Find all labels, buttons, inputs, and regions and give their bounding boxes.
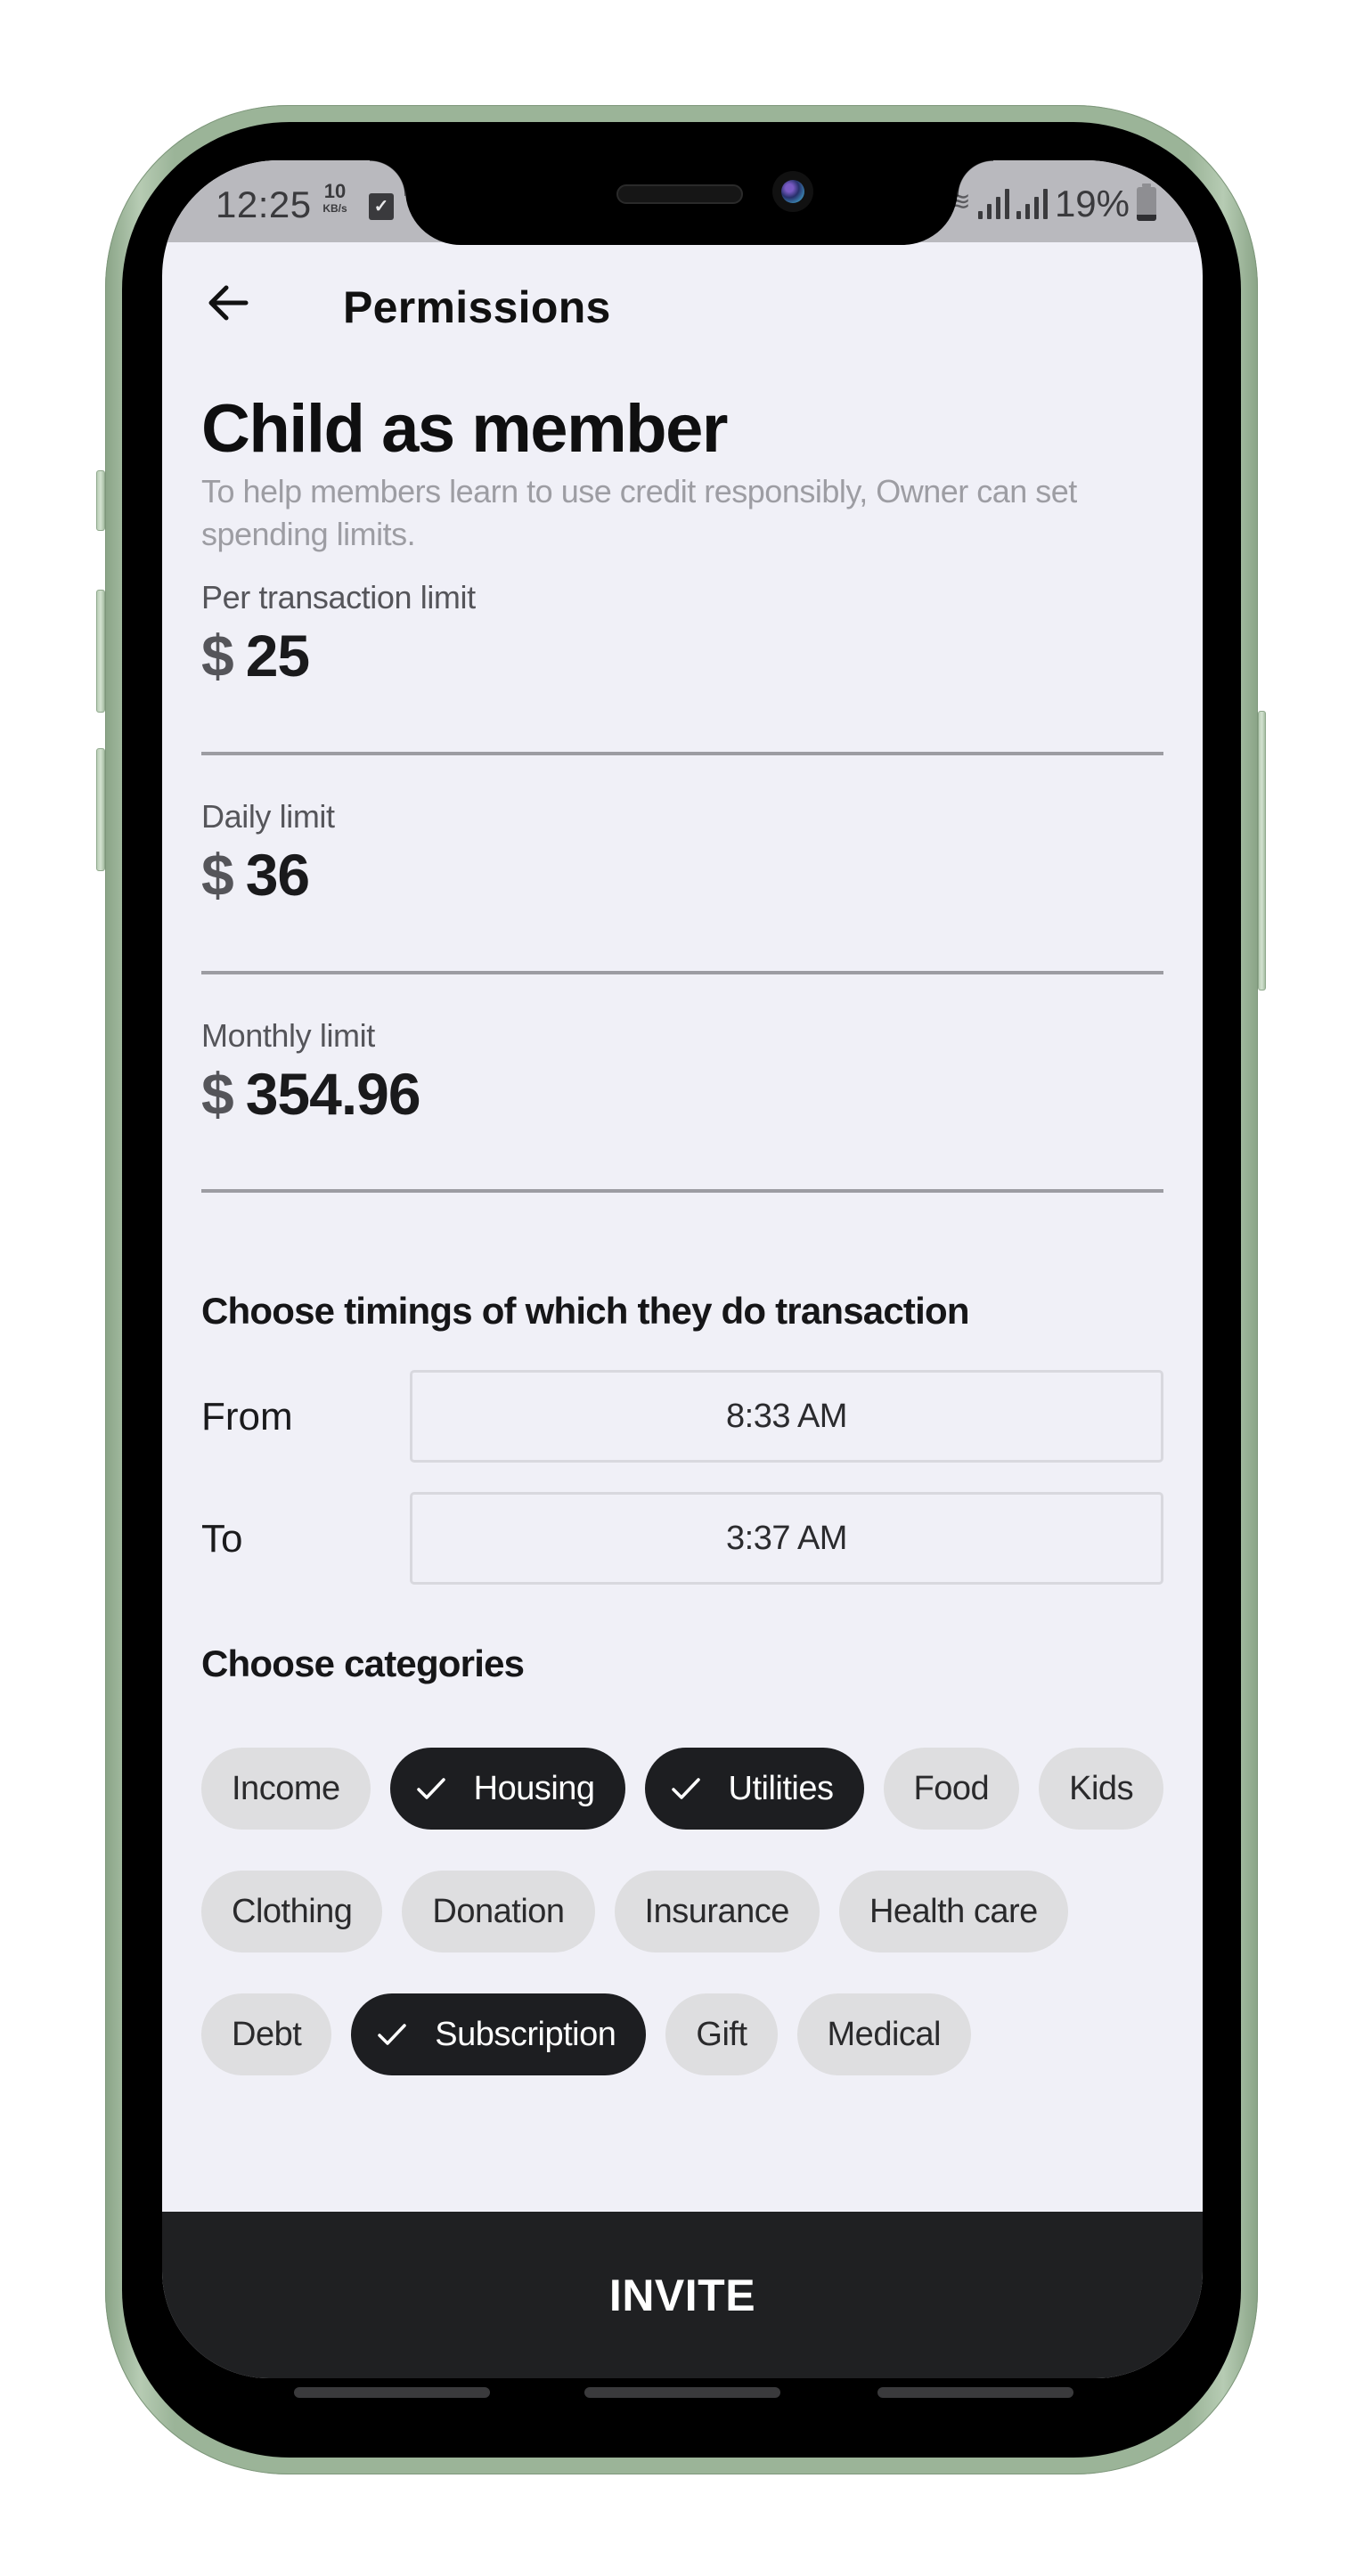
signal-icon [1016, 189, 1048, 219]
currency-symbol: $ [201, 1061, 234, 1127]
phone-mute-switch [96, 470, 105, 531]
nav-home-button[interactable] [584, 2387, 780, 2398]
chip-label: Gift [696, 2015, 747, 2053]
chip-label: Clothing [232, 1892, 353, 1930]
network-speed-value: 10 [323, 180, 347, 202]
nav-recent-button[interactable] [294, 2387, 490, 2398]
from-label: From [201, 1395, 293, 1439]
from-time-picker[interactable]: 8:33 AM [410, 1370, 1163, 1463]
phone-volume-down-button [96, 748, 105, 871]
category-chip-food[interactable]: Food [883, 1748, 1020, 1830]
daily-limit-field[interactable]: Daily limit $36 [201, 798, 1163, 909]
invite-label: INVITE [608, 2270, 756, 2320]
monthly-limit-field[interactable]: Monthly limit $354.96 [201, 1017, 1163, 1128]
to-label: To [201, 1517, 243, 1561]
category-chip-medical[interactable]: Medical [796, 1993, 971, 2075]
section-description: To help members learn to use credit resp… [201, 473, 1077, 552]
front-camera-icon [772, 171, 813, 212]
from-time-row: From 8:33 AM [201, 1370, 1163, 1463]
field-label: Per transaction limit [201, 579, 476, 615]
to-time-row: To 3:37 AM [201, 1492, 1163, 1585]
field-value[interactable]: $25 [201, 622, 1163, 689]
category-chip-health-care[interactable]: Health care [838, 1871, 1068, 1952]
back-button[interactable] [201, 276, 255, 330]
chip-label: Utilities [728, 1769, 834, 1807]
chip-label: Health care [869, 1892, 1038, 1930]
phone-power-button [1258, 711, 1266, 990]
chip-label: Housing [473, 1769, 595, 1807]
field-underline [201, 971, 1163, 974]
timings-title: Choose timings of which they do transact… [201, 1290, 969, 1332]
check-icon [671, 1778, 700, 1799]
check-square-icon: ✓ [369, 193, 394, 220]
status-time: 12:25 [216, 183, 312, 225]
battery-level [1137, 214, 1156, 221]
amount: 36 [245, 842, 310, 908]
battery-percent: 19% [1054, 183, 1130, 224]
categories-title: Choose categories [201, 1643, 525, 1684]
screen: 12:25 10 KB/s ✓ ≋ 19% Permissions Child … [162, 160, 1203, 2378]
category-chip-gift[interactable]: Gift [665, 1993, 778, 2075]
network-speed: 10 KB/s [315, 180, 355, 215]
category-chip-insurance[interactable]: Insurance [614, 1871, 820, 1952]
category-chip-donation[interactable]: Donation [402, 1871, 595, 1952]
field-value[interactable]: $36 [201, 841, 1163, 909]
category-chip-kids[interactable]: Kids [1039, 1748, 1164, 1830]
check-icon [416, 1778, 445, 1799]
battery-icon [1137, 183, 1156, 221]
check-icon [378, 2024, 407, 2045]
category-chip-income[interactable]: Income [201, 1748, 371, 1830]
field-label: Daily limit [201, 798, 335, 835]
chip-label: Donation [432, 1892, 565, 1930]
field-value[interactable]: $354.96 [201, 1060, 1163, 1128]
category-chip-subscription[interactable]: Subscription [351, 1993, 647, 2075]
currency-symbol: $ [201, 842, 234, 908]
currency-symbol: $ [201, 623, 234, 689]
nav-back-button[interactable] [877, 2387, 1073, 2398]
chip-label: Income [232, 1769, 340, 1807]
phone-notch [370, 122, 993, 245]
network-speed-unit: KB/s [322, 202, 347, 215]
category-chip-clothing[interactable]: Clothing [201, 1871, 383, 1952]
chip-label: Subscription [435, 2015, 616, 2053]
section-heading: Child as member [201, 391, 728, 467]
chip-label: Food [913, 1769, 990, 1807]
amount: 25 [245, 623, 310, 689]
category-chip-utilities[interactable]: Utilities [644, 1748, 864, 1830]
field-label: Monthly limit [201, 1017, 375, 1054]
amount: 354.96 [245, 1061, 421, 1127]
app-bar: Permissions [162, 249, 1203, 356]
per-transaction-limit-field[interactable]: Per transaction limit $25 [201, 579, 1163, 689]
chip-label: Medical [827, 2015, 942, 2053]
arrow-left-icon [208, 285, 249, 321]
speaker-grille [616, 184, 743, 204]
phone-volume-up-button [96, 590, 105, 713]
system-nav-bar [0, 2387, 1363, 2400]
chip-label: Kids [1069, 1769, 1134, 1807]
field-underline [201, 752, 1163, 755]
chip-label: Debt [232, 2015, 302, 2053]
category-chip-housing[interactable]: Housing [389, 1748, 625, 1830]
page-title: Permissions [343, 282, 611, 332]
invite-button[interactable]: INVITE [162, 2212, 1203, 2378]
category-chips: Income Housing Utilities Food Kids Clothing Do… [201, 1748, 1172, 2075]
chip-label: Insurance [644, 1892, 790, 1930]
field-underline [201, 1189, 1163, 1193]
category-chip-debt[interactable]: Debt [201, 1993, 332, 2075]
to-time-picker[interactable]: 3:37 AM [410, 1492, 1163, 1585]
